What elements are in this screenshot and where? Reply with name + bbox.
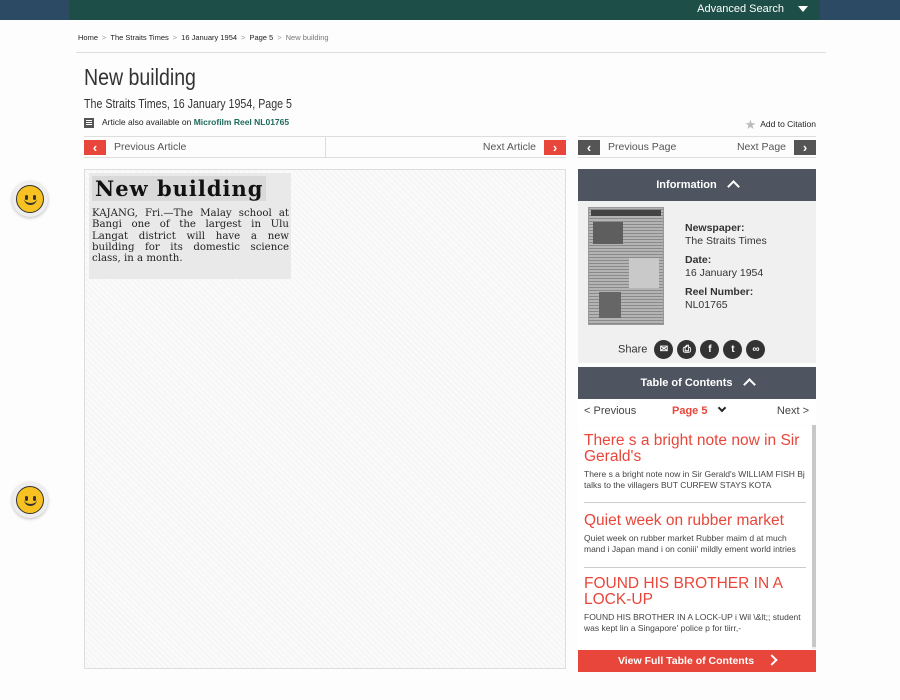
smiley-icon: [16, 185, 44, 213]
link-icon[interactable]: ∞: [746, 340, 766, 359]
toc-list: There s a bright note now in Sir Gerald'…: [578, 425, 816, 649]
chevron-up-icon: [742, 378, 756, 391]
feedback-smiley-button[interactable]: [12, 482, 48, 518]
reel-label: Reel Number:: [685, 286, 754, 298]
document-icon: [84, 117, 94, 128]
divider: [76, 52, 826, 53]
availability-note: Article also available on Microfilm Reel…: [84, 117, 289, 128]
feedback-smiley-button[interactable]: [12, 181, 48, 217]
print-icon[interactable]: ⎙: [677, 340, 697, 359]
toc-navigation: < Previous Page 5 Next >: [578, 399, 816, 424]
article-subtitle: The Straits Times, 16 January 1954, Page…: [84, 96, 292, 111]
toc-scrollbar[interactable]: [812, 425, 816, 649]
share-row: Share ✉ ⎙ f t ∞: [618, 340, 766, 359]
chevron-right-icon: ›: [794, 140, 816, 155]
twitter-icon[interactable]: t: [723, 340, 743, 359]
view-full-toc-label: View Full Table of Contents: [617, 655, 755, 667]
article-navigation: ‹ Previous Article Next Article ›: [84, 136, 566, 158]
view-full-toc-button[interactable]: View Full Table of Contents: [578, 650, 816, 672]
next-article-button[interactable]: Next Article ›: [475, 140, 566, 155]
breadcrumb-current: New building: [285, 33, 329, 42]
next-page-button[interactable]: Next Page ›: [729, 140, 816, 155]
top-bar: Advanced Search: [69, 0, 820, 20]
page-thumbnail[interactable]: [588, 207, 664, 325]
previous-article-label: Previous Article: [114, 141, 187, 154]
chevron-down-icon: [798, 6, 808, 13]
toc-page-label: Page 5: [672, 405, 708, 417]
breadcrumb-date[interactable]: 16 January 1954: [181, 33, 237, 42]
newspaper-value: The Straits Times: [685, 235, 767, 247]
page-navigation: ‹ Previous Page Next Page ›: [578, 136, 816, 158]
newspaper-clipping: New building KAJANG, Fri.—The Malay scho…: [89, 173, 291, 279]
chevron-left-icon: ‹: [84, 140, 106, 155]
chevron-right-icon: [766, 654, 778, 666]
toc-item-description: There s a bright note now in Sir Gerald'…: [584, 469, 805, 490]
toc-item-title[interactable]: FOUND HIS BROTHER IN A LOCK-UP: [584, 576, 806, 608]
email-icon[interactable]: ✉: [654, 340, 674, 359]
toc-item-description: FOUND HIS BROTHER IN A LOCK-UP i Wil \&l…: [584, 612, 801, 633]
microfilm-link[interactable]: Microfilm Reel NL01765: [194, 117, 289, 127]
breadcrumb-home[interactable]: Home: [78, 33, 98, 42]
chevron-left-icon: ‹: [578, 140, 600, 155]
star-icon: ★: [744, 117, 757, 132]
toc-item-description: Quiet week on rubber market Rubber maim …: [584, 533, 796, 554]
next-article-label: Next Article: [482, 141, 536, 154]
add-to-citation-label: Add to Citation: [760, 119, 816, 129]
add-to-citation-button[interactable]: ★ Add to Citation: [745, 117, 816, 133]
share-label: Share: [618, 343, 648, 356]
toc-previous-link[interactable]: < Previous: [584, 405, 636, 417]
article-metadata: Newspaper: The Straits Times Date: 16 Ja…: [685, 222, 767, 312]
breadcrumb-newspaper[interactable]: The Straits Times: [110, 33, 168, 42]
toc-item-title[interactable]: There s a bright note now in Sir Gerald'…: [584, 433, 806, 465]
table-of-contents-header[interactable]: Table of Contents: [578, 367, 816, 399]
toc-item[interactable]: Quiet week on rubber market Quiet week o…: [584, 513, 806, 568]
date-label: Date:: [685, 254, 712, 266]
toc-item[interactable]: There s a bright note now in Sir Gerald'…: [584, 433, 806, 503]
chevron-down-icon: [718, 403, 727, 413]
toc-title: Table of Contents: [640, 377, 733, 389]
availability-prefix: Article also available on: [102, 117, 192, 127]
previous-page-button[interactable]: ‹ Previous Page: [578, 140, 684, 155]
scrollbar-thumb[interactable]: [812, 425, 816, 647]
date-value: 16 January 1954: [685, 267, 764, 279]
information-header[interactable]: Information: [578, 169, 816, 201]
smiley-icon: [16, 486, 44, 514]
toc-item[interactable]: FOUND HIS BROTHER IN A LOCK-UP FOUND HIS…: [584, 576, 806, 649]
previous-page-label: Previous Page: [608, 141, 677, 154]
information-panel: Newspaper: The Straits Times Date: 16 Ja…: [578, 201, 816, 363]
previous-article-button[interactable]: ‹ Previous Article: [84, 140, 194, 155]
clipping-body: KAJANG, Fri.—The Malay school at Bangi o…: [92, 208, 289, 265]
information-title: Information: [656, 179, 717, 191]
toc-page-select[interactable]: Page 5: [672, 403, 727, 417]
reel-value: NL01765: [685, 299, 728, 311]
chevron-right-icon: ›: [544, 140, 566, 155]
toc-item-title[interactable]: Quiet week on rubber market: [584, 513, 806, 529]
facebook-icon[interactable]: f: [700, 340, 720, 359]
chevron-up-icon: [726, 180, 740, 193]
breadcrumb-page[interactable]: Page 5: [249, 33, 273, 42]
toc-next-link[interactable]: Next >: [777, 405, 809, 417]
newspaper-label: Newspaper:: [685, 222, 745, 234]
page-title: New building: [84, 64, 196, 90]
nav-divider: [325, 137, 326, 157]
advanced-search-label: Advanced Search: [697, 3, 784, 15]
advanced-search-button[interactable]: Advanced Search: [697, 3, 808, 15]
next-page-label: Next Page: [736, 141, 786, 154]
clipping-headline: New building: [92, 176, 267, 201]
article-image-viewer[interactable]: New building KAJANG, Fri.—The Malay scho…: [84, 169, 566, 669]
breadcrumb: Home > The Straits Times >16 January 1954 > P…: [78, 33, 329, 42]
